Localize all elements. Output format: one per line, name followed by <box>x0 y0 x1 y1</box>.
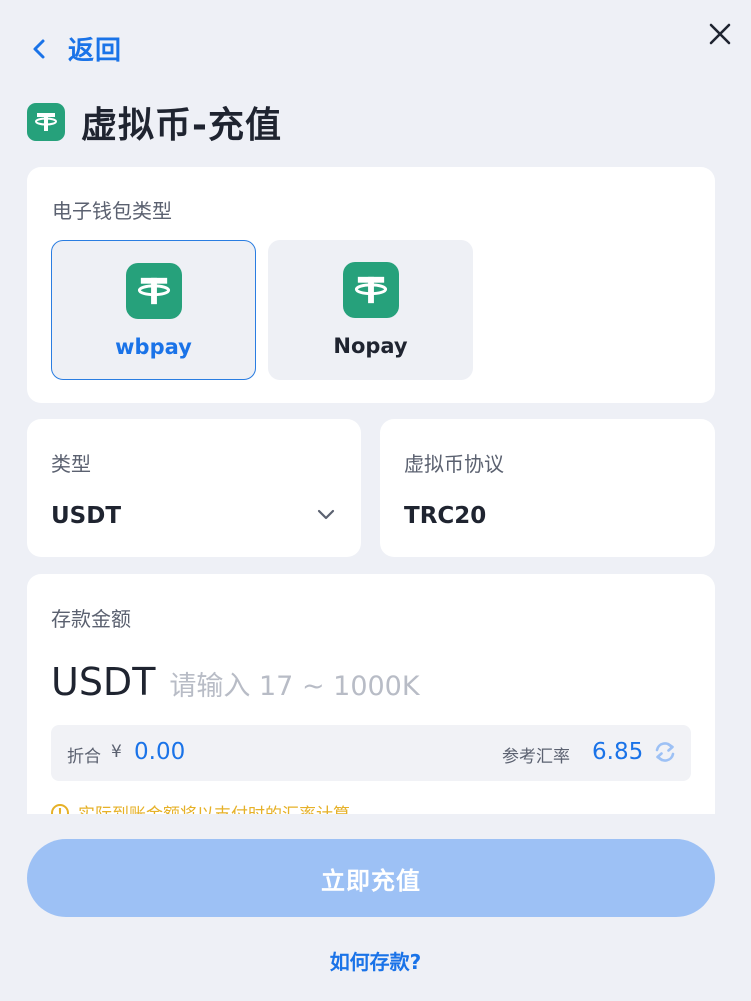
exchange-rate-value: 6.85 <box>592 739 644 765</box>
wallet-option-name: Nopay <box>333 334 408 358</box>
tether-icon <box>342 262 399 318</box>
currency-type-value: USDT <box>51 503 122 529</box>
convert-label: 折合 <box>67 747 101 767</box>
currency-code: USDT <box>51 660 156 704</box>
back-button[interactable]: 返回 <box>30 30 122 67</box>
currency-type-select[interactable]: 类型 USDT <box>27 419 361 557</box>
rate-notice-text: 实际到账金额将以支付时的汇率计算 <box>78 800 350 814</box>
deposit-amount-card: 存款金额 USDT 折合 ¥ 0.00 参考汇率 6.85 ! 实际到账金额将以… <box>27 574 715 814</box>
amount-row: USDT <box>51 660 630 704</box>
back-label: 返回 <box>68 36 123 66</box>
close-icon[interactable] <box>704 18 736 50</box>
wallet-option-nopay[interactable]: Nopay <box>268 240 473 380</box>
protocol-value: TRC20 <box>404 503 487 529</box>
rate-notice: ! 实际到账金额将以支付时的汇率计算 <box>51 800 350 814</box>
wallet-option-name: wbpay <box>115 335 192 359</box>
exchange-rate-label: 参考汇率 <box>502 747 570 767</box>
tether-icon <box>27 103 65 141</box>
converted-amount: 0.00 <box>134 739 186 765</box>
info-icon: ! <box>51 803 69 814</box>
currency-type-label: 类型 <box>51 452 91 476</box>
deposit-submit-button[interactable]: 立即充值 <box>27 839 715 917</box>
wallet-type-card: 电子钱包类型 wbpay Nopay <box>27 167 715 403</box>
how-to-deposit-link[interactable]: 如何存款? <box>0 946 751 975</box>
deposit-amount-label: 存款金额 <box>51 607 131 631</box>
tether-icon <box>125 263 182 319</box>
page-header: 虚拟币-充值 <box>27 96 282 148</box>
conversion-bar: 折合 ¥ 0.00 参考汇率 6.85 <box>51 725 691 781</box>
protocol-card: 虚拟币协议 TRC20 <box>380 419 715 557</box>
refresh-icon[interactable] <box>653 740 677 764</box>
wallet-option-wbpay[interactable]: wbpay <box>51 240 256 380</box>
yuan-symbol: ¥ <box>111 742 122 762</box>
amount-input[interactable] <box>169 671 630 702</box>
chevron-down-icon[interactable] <box>315 503 337 525</box>
wallet-type-label: 电子钱包类型 <box>52 199 172 223</box>
page-title: 虚拟币-充值 <box>81 105 282 146</box>
back-chevron-icon <box>30 31 54 67</box>
protocol-label: 虚拟币协议 <box>404 452 504 476</box>
